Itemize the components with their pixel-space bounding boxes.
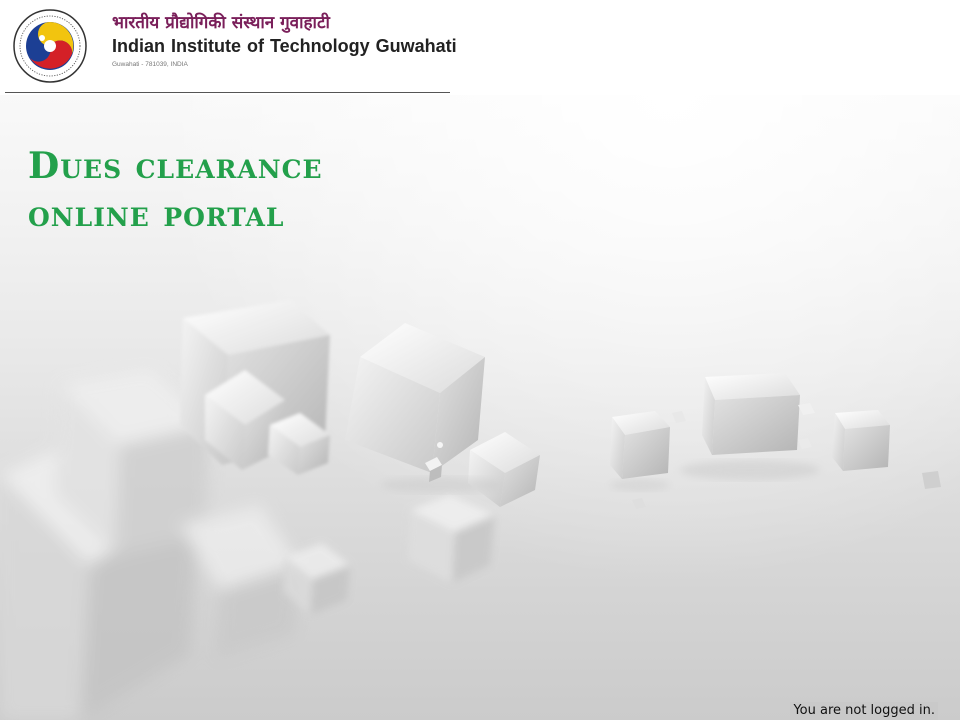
institute-address: Guwahati - 781039, INDIA (112, 61, 188, 68)
hero-banner: Dues clearance online portal You are not… (0, 95, 960, 720)
page-title: Dues clearance online portal (28, 142, 323, 238)
page-title-line-1: Dues clearance (28, 145, 323, 187)
page-title-line-2: online portal (28, 193, 285, 235)
institute-name-english: Indian Institute of Technology Guwahati (112, 36, 457, 56)
site-header: भारतीय प्रौद्योगिकी संस्थान गुवाहाटी Ind… (0, 0, 960, 95)
header-divider (5, 92, 450, 93)
iitg-logo-icon[interactable] (12, 8, 88, 84)
institute-name-hindi: भारतीय प्रौद्योगिकी संस्थान गुवाहाटी (112, 13, 330, 33)
login-status-text: You are not logged in. (790, 702, 938, 720)
